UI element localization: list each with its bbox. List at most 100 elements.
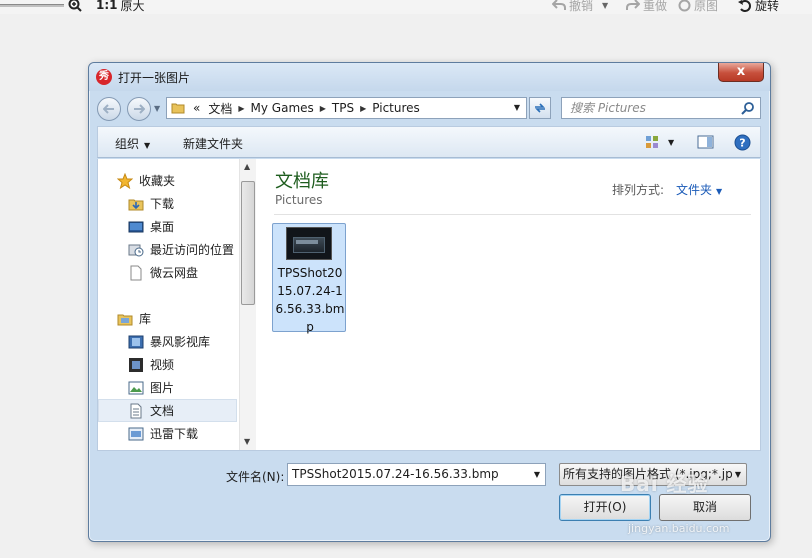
- rotate-label: 旋转: [755, 0, 780, 13]
- film-strip-icon: [129, 357, 143, 372]
- filename-value: TPSShot2015.07.24-16.56.33.bmp: [292, 467, 499, 481]
- undo-label: 撤销: [569, 0, 594, 13]
- downloads-folder-icon: [128, 199, 144, 210]
- download-library-icon: [128, 427, 144, 440]
- app-logo-icon: 秀: [96, 69, 112, 85]
- forward-button[interactable]: [127, 97, 151, 121]
- arrange-dropdown-icon: ▼: [716, 187, 723, 196]
- rotate-icon: [738, 0, 751, 12]
- preview-pane-icon[interactable]: [697, 134, 714, 150]
- nav-item-label: 迅雷下载: [150, 427, 199, 441]
- pictures-icon: [128, 381, 144, 394]
- undo-dropdown-icon[interactable]: ▼: [602, 1, 608, 10]
- redo-button[interactable]: 重做: [626, 0, 667, 13]
- undo-icon: [552, 0, 566, 10]
- nav-item-label: 视频: [150, 358, 175, 372]
- breadcrumb-overflow[interactable]: «: [189, 101, 204, 115]
- new-folder-button[interactable]: 新建文件夹: [183, 135, 243, 152]
- divider: [274, 214, 751, 215]
- original-label: 原图: [694, 0, 719, 13]
- zoom-in-icon[interactable]: [68, 0, 85, 13]
- view-dropdown-icon[interactable]: ▼: [668, 138, 674, 147]
- arrange-by-dropdown[interactable]: 文件夹 ▼: [676, 181, 722, 198]
- redo-label: 重做: [643, 0, 668, 13]
- watermark-url: jingyan.baidu.com: [628, 522, 730, 535]
- organize-button[interactable]: 组织 ▼: [115, 135, 150, 152]
- refresh-icon: [535, 103, 545, 113]
- undo-button[interactable]: 撤销 ▼: [552, 0, 608, 13]
- filename-label: 文件名(N):: [226, 470, 285, 484]
- address-dropdown-icon[interactable]: ▼: [508, 98, 526, 118]
- nav-item-label: 图片: [150, 381, 175, 395]
- filename-dropdown-icon[interactable]: ▼: [534, 464, 540, 485]
- library-title: 文档库: [275, 171, 329, 192]
- nav-item-libraries[interactable]: 库: [117, 307, 256, 330]
- scroll-up-icon[interactable]: ▲: [244, 162, 250, 171]
- original-button[interactable]: 原图: [678, 0, 718, 13]
- breadcrumb-item[interactable]: Pictures: [368, 101, 424, 115]
- scroll-down-icon[interactable]: ▼: [244, 437, 250, 446]
- address-bar[interactable]: « 文档 ▶ My Games ▶ TPS ▶ Pictures ▼: [166, 97, 527, 119]
- app-toolbar: 1:1 原大 撤销 ▼ 重做 原图 旋转: [0, 0, 812, 14]
- search-placeholder: 搜索 Pictures: [570, 101, 646, 115]
- back-button[interactable]: [97, 97, 121, 121]
- file-thumbnail: [286, 227, 332, 260]
- documents-icon: [130, 403, 142, 418]
- refresh-button[interactable]: [529, 97, 551, 119]
- breadcrumb-item[interactable]: My Games: [247, 101, 318, 115]
- nav-item-label: 收藏夹: [139, 174, 176, 188]
- filename-field[interactable]: TPSShot2015.07.24-16.56.33.bmp ▼: [287, 463, 546, 486]
- nav-item-label: 下载: [150, 197, 175, 211]
- forward-arrow-icon: [134, 104, 145, 114]
- close-button[interactable]: x: [718, 63, 764, 82]
- actual-size-button[interactable]: 1:1 原大: [96, 0, 145, 13]
- nav-item-label: 微云网盘: [150, 266, 199, 280]
- filetype-dropdown-icon: ▼: [734, 470, 741, 479]
- open-button[interactable]: 打开(O): [559, 494, 651, 521]
- content-area: 收藏夹 下载 桌面 最近访问的位置 微云网盘 库 暴风影视库 视频 图片 文档 …: [97, 159, 761, 451]
- breadcrumb-arrow-icon[interactable]: ▶: [236, 104, 246, 113]
- nav-item-label: 文档: [150, 404, 175, 418]
- watermark-brand: Bai 经验: [620, 472, 709, 496]
- library-subtitle: Pictures: [275, 193, 323, 207]
- search-icon[interactable]: [741, 101, 755, 115]
- scroll-thumb[interactable]: [241, 181, 255, 305]
- nav-item-label: 最近访问的位置: [150, 243, 235, 257]
- recent-locations-dropdown-icon[interactable]: ▼: [154, 104, 160, 113]
- breadcrumb-item[interactable]: 文档: [204, 100, 236, 117]
- change-view-icon[interactable]: [644, 134, 660, 150]
- cancel-button[interactable]: 取消: [659, 494, 751, 521]
- breadcrumb-arrow-icon[interactable]: ▶: [358, 104, 368, 113]
- arrange-by-label: 排列方式:: [612, 183, 665, 197]
- actual-size-label: 原大: [120, 0, 145, 13]
- dialog-title: 打开一张图片: [118, 71, 191, 85]
- watermark-logo: Bai 经验: [620, 468, 709, 497]
- video-library-icon: [128, 335, 144, 348]
- libraries-icon: [117, 314, 133, 325]
- file-name: TPSShot2015.07.24-16.56.33.bmp: [275, 266, 345, 334]
- folder-icon: [171, 103, 185, 114]
- nav-item-label: 桌面: [150, 220, 175, 234]
- nav-scrollbar[interactable]: ▲ ▼: [239, 159, 256, 450]
- nav-item-documents[interactable]: 文档: [98, 399, 237, 422]
- nav-item-label: 库: [139, 312, 152, 326]
- redo-icon: [626, 0, 640, 10]
- recent-places-icon: [128, 244, 144, 256]
- dialog-titlebar[interactable]: 秀 打开一张图片 x: [89, 63, 770, 91]
- nav-item-favorites[interactable]: 收藏夹: [117, 169, 256, 192]
- breadcrumb-item[interactable]: TPS: [328, 101, 358, 115]
- breadcrumb-arrow-icon[interactable]: ▶: [318, 104, 328, 113]
- original-icon: [678, 0, 691, 11]
- file-item[interactable]: TPSShot2015.07.24-16.56.33.bmp: [272, 223, 346, 334]
- zoom-slider[interactable]: [0, 4, 64, 7]
- actual-size-ratio: 1:1: [96, 0, 118, 12]
- command-bar: 组织 ▼ 新建文件夹 ▼ ?: [97, 126, 761, 158]
- back-arrow-icon: [103, 104, 114, 114]
- rotate-button[interactable]: 旋转: [738, 0, 779, 13]
- file-list-pane: 文档库 Pictures 排列方式: 文件夹 ▼ TPSShot2015.07.2…: [256, 159, 761, 450]
- svg-text:?: ?: [739, 137, 745, 150]
- search-input[interactable]: 搜索 Pictures: [561, 97, 761, 119]
- nav-item-label: 暴风影视库: [150, 335, 211, 349]
- organize-label: 组织: [115, 137, 140, 151]
- help-icon[interactable]: ?: [734, 134, 751, 151]
